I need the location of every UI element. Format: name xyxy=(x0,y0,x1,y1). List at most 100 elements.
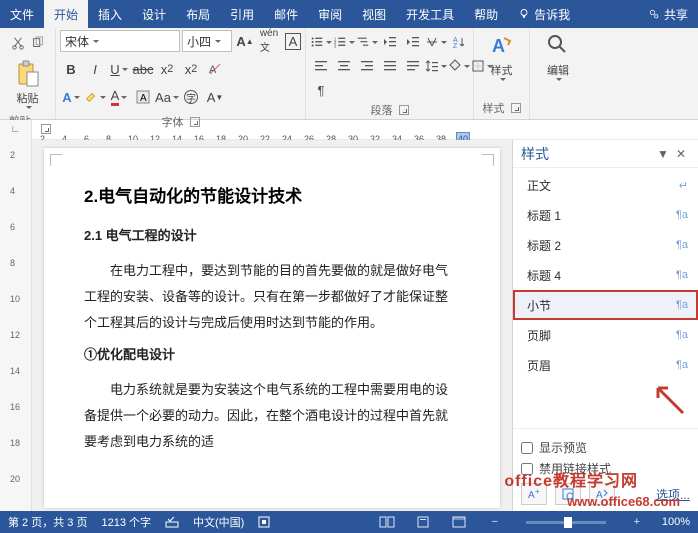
tab-review[interactable]: 审阅 xyxy=(308,0,352,28)
font-size-combo[interactable]: 小四 xyxy=(182,30,232,52)
align-left-button[interactable] xyxy=(310,56,332,76)
zoom-slider[interactable] xyxy=(526,521,606,524)
macro-record-icon[interactable] xyxy=(258,516,270,528)
subscript-button[interactable]: x2 xyxy=(156,58,178,80)
increase-indent-button[interactable] xyxy=(402,32,424,52)
pane-dropdown-icon[interactable]: ▼ xyxy=(654,147,672,161)
tab-selector[interactable]: ∟ xyxy=(0,120,32,140)
document-area[interactable]: 2.电气自动化的节能设计技术 2.1 电气工程的设计 在电力工程中，要达到节能的… xyxy=(32,140,512,511)
paragraph-launcher[interactable] xyxy=(399,105,409,115)
char-shading-icon[interactable]: A xyxy=(132,86,154,108)
style-item-标题 1[interactable]: 标题 1¶a xyxy=(513,200,698,230)
styles-pane-header: 样式 ▼ ✕ xyxy=(513,140,698,168)
paste-label: 粘贴 xyxy=(17,90,39,106)
zoom-in-button[interactable]: + xyxy=(626,514,648,530)
sort-button[interactable]: AZ xyxy=(448,32,470,52)
font-group-label: 字体 xyxy=(162,114,184,130)
bullets-button[interactable] xyxy=(310,32,332,52)
group-clipboard: 粘贴 剪贴板 xyxy=(0,28,56,119)
phonetic-guide-icon[interactable]: wén文 xyxy=(258,30,280,52)
paste-button[interactable]: 粘贴 xyxy=(10,58,46,111)
line-spacing-button[interactable] xyxy=(425,56,447,76)
heading-3[interactable]: 2.1 电气工程的设计 xyxy=(84,225,460,244)
group-paragraph: 123 AZ ¶ 段落 xyxy=(306,28,474,119)
grow-font-icon[interactable]: A▲ xyxy=(234,30,256,52)
underline-button[interactable]: U xyxy=(108,58,130,80)
enclose-char-icon[interactable]: 字 xyxy=(180,86,202,108)
page-number[interactable]: 第 2 页，共 3 页 xyxy=(8,514,87,530)
editing-button[interactable]: 编辑 xyxy=(540,30,576,83)
vruler-tick: 10 xyxy=(10,294,20,304)
style-item-页眉[interactable]: 页眉¶a xyxy=(513,350,698,380)
italic-button[interactable]: I xyxy=(84,58,106,80)
tab-view[interactable]: 视图 xyxy=(352,0,396,28)
justify-button[interactable] xyxy=(379,56,401,76)
char-border-icon[interactable]: A xyxy=(282,30,304,52)
heading-item[interactable]: ①优化配电设计 xyxy=(84,344,460,363)
bold-button[interactable]: B xyxy=(60,58,82,80)
numbering-button[interactable]: 123 xyxy=(333,32,355,52)
read-mode-icon[interactable] xyxy=(376,514,398,530)
style-item-label: 正文 xyxy=(527,177,551,194)
show-marks-button[interactable]: ¶ xyxy=(310,80,332,100)
tab-developer[interactable]: 开发工具 xyxy=(396,0,464,28)
copy-icon[interactable] xyxy=(29,32,47,54)
tab-file[interactable]: 文件 xyxy=(0,0,44,28)
heading-2[interactable]: 2.电气自动化的节能设计技术 xyxy=(84,182,460,207)
vruler-tick: 8 xyxy=(10,258,15,268)
tell-me[interactable]: 告诉我 xyxy=(508,0,580,28)
tab-insert[interactable]: 插入 xyxy=(88,0,132,28)
align-center-button[interactable] xyxy=(333,56,355,76)
asian-layout-button[interactable] xyxy=(425,32,447,52)
web-layout-icon[interactable] xyxy=(448,514,470,530)
strikethrough-button[interactable]: abc xyxy=(132,58,154,80)
tab-help[interactable]: 帮助 xyxy=(464,0,508,28)
styles-button[interactable]: A 样式 xyxy=(484,30,520,83)
tab-design[interactable]: 设计 xyxy=(132,0,176,28)
font-color-button[interactable]: A xyxy=(108,86,130,108)
share-icon xyxy=(648,8,660,20)
pane-close-icon[interactable]: ✕ xyxy=(672,147,690,161)
paste-icon xyxy=(15,60,41,88)
show-preview-checkbox[interactable]: 显示预览 xyxy=(521,439,690,456)
text-effects-button[interactable]: A xyxy=(60,86,82,108)
shrink-font-icon[interactable]: A▼ xyxy=(204,86,226,108)
vertical-ruler[interactable]: 2468101214161820 xyxy=(0,140,32,511)
font-launcher[interactable] xyxy=(190,117,200,127)
style-item-标题 4[interactable]: 标题 4¶a xyxy=(513,260,698,290)
tab-layout[interactable]: 布局 xyxy=(176,0,220,28)
clipboard-launcher[interactable] xyxy=(41,124,51,134)
style-item-mark: ¶a xyxy=(676,329,688,341)
style-item-页脚[interactable]: 页脚¶a xyxy=(513,320,698,350)
zoom-level[interactable]: 100% xyxy=(662,516,690,528)
tab-references[interactable]: 引用 xyxy=(220,0,264,28)
align-right-button[interactable] xyxy=(356,56,378,76)
print-layout-icon[interactable] xyxy=(412,514,434,530)
tab-home[interactable]: 开始 xyxy=(44,0,88,28)
style-item-label: 小节 xyxy=(527,297,551,314)
shading-button[interactable] xyxy=(448,56,470,76)
spellcheck-icon[interactable] xyxy=(165,516,179,528)
superscript-button[interactable]: x2 xyxy=(180,58,202,80)
zoom-out-button[interactable]: − xyxy=(484,514,506,530)
vruler-tick: 12 xyxy=(10,330,20,340)
language[interactable]: 中文(中国) xyxy=(193,514,244,530)
change-case-button[interactable]: Aa xyxy=(156,86,178,108)
highlight-button[interactable] xyxy=(84,86,106,108)
font-name-combo[interactable]: 宋体 xyxy=(60,30,180,52)
multilevel-list-button[interactable] xyxy=(356,32,378,52)
clear-format-icon[interactable]: A xyxy=(204,58,226,80)
word-count[interactable]: 1213 个字 xyxy=(101,514,151,530)
distributed-button[interactable] xyxy=(402,56,424,76)
style-item-正文[interactable]: 正文↵ xyxy=(513,170,698,200)
body-paragraph[interactable]: 电力系统就是要为安装这个电气系统的工程中需要用电的设备提供一个必要的动力。因此，… xyxy=(84,377,460,455)
tab-mailings[interactable]: 邮件 xyxy=(264,0,308,28)
style-item-小节[interactable]: 小节¶a xyxy=(513,290,698,320)
share-button[interactable]: 共享 xyxy=(638,0,698,28)
body-paragraph[interactable]: 在电力工程中，要达到节能的目的首先要做的就是做好电气工程的安装、设备等的设计。只… xyxy=(84,258,460,336)
cut-icon[interactable] xyxy=(9,32,27,54)
decrease-indent-button[interactable] xyxy=(379,32,401,52)
styles-launcher[interactable] xyxy=(511,103,521,113)
tell-me-label: 告诉我 xyxy=(534,6,570,23)
style-item-标题 2[interactable]: 标题 2¶a xyxy=(513,230,698,260)
